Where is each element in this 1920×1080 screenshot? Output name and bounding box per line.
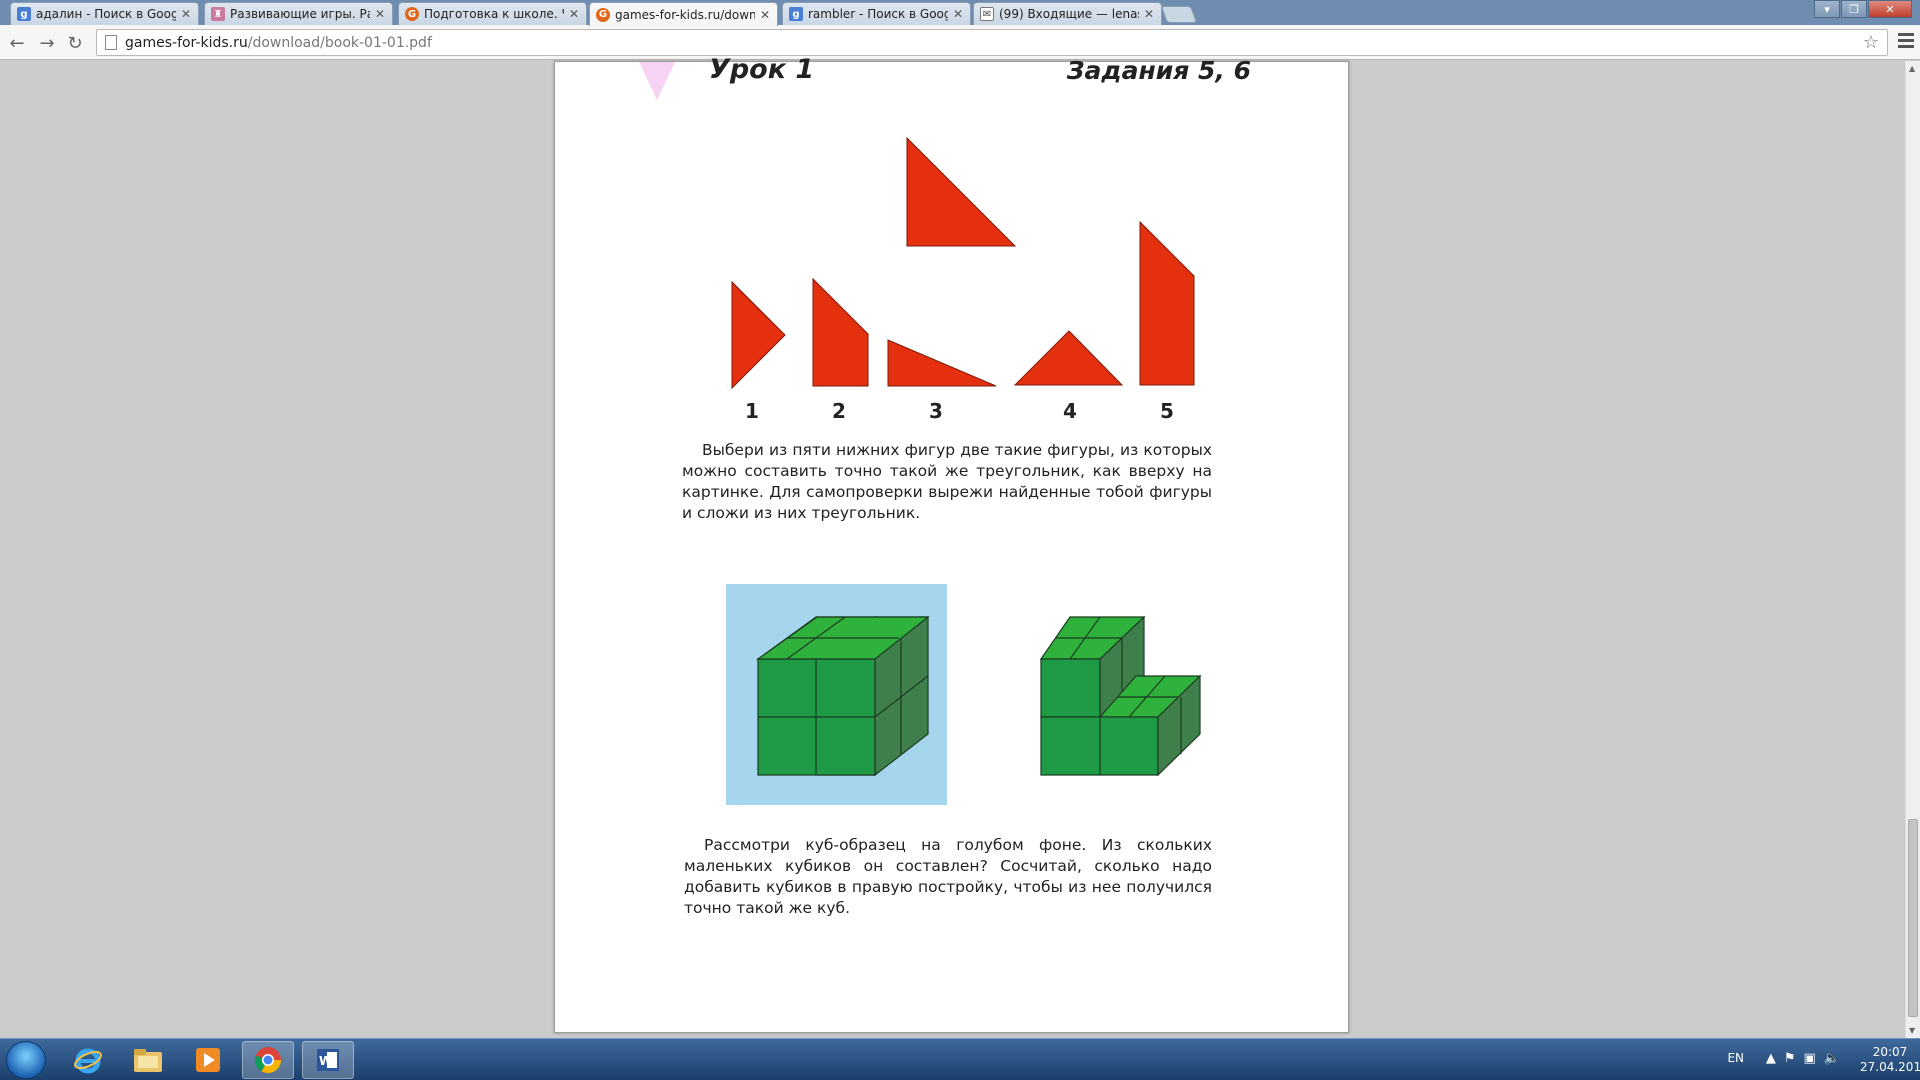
tab-title: (99) Входящие — lenashk	[999, 7, 1139, 21]
address-bar[interactable]: games-for-kids.ru/download/book-01-01.pd…	[96, 29, 1888, 56]
close-icon[interactable]: ✕	[952, 7, 964, 21]
volume-icon[interactable]: 🔈	[1824, 1051, 1840, 1066]
tab-title: Подготовка к школе. Част	[424, 7, 564, 21]
shape-3	[887, 339, 997, 387]
tab-5[interactable]: g rambler - Поиск в Google ✕	[782, 2, 971, 25]
clock[interactable]: 20:07 27.04.2014	[1860, 1045, 1920, 1075]
scroll-up-icon[interactable]: ▲	[1909, 64, 1915, 73]
language-indicator[interactable]: EN	[1727, 1051, 1744, 1065]
shape-2	[812, 277, 869, 387]
task-6-text: Рассмотри куб-образец на голубом фоне. И…	[684, 836, 1212, 917]
back-button[interactable]: ←	[4, 30, 30, 56]
media-player-icon[interactable]	[182, 1041, 234, 1079]
minimize-button[interactable]: ▾	[1814, 0, 1840, 18]
sample-cube	[756, 615, 930, 777]
google-icon: g	[17, 7, 31, 21]
window-controls: ▾ ❐ ✕	[1814, 0, 1912, 18]
tab-title: rambler - Поиск в Google	[808, 7, 948, 21]
svg-text:W: W	[319, 1054, 332, 1068]
network-icon[interactable]: ▣	[1804, 1051, 1816, 1066]
tab-2[interactable]: ♜ Развивающие игры. Разви ✕	[204, 2, 393, 25]
site-g-icon: G	[405, 7, 419, 21]
shape-1	[731, 280, 786, 390]
mail-icon: ✉	[980, 7, 994, 21]
clock-date: 27.04.2014	[1860, 1060, 1920, 1074]
shape-number: 3	[929, 399, 943, 423]
tab-strip: g адалин - Поиск в Google ✕ ♜ Развивающи…	[0, 0, 1920, 26]
bookmark-star-icon[interactable]: ☆	[1863, 32, 1879, 53]
close-window-button[interactable]: ✕	[1868, 0, 1912, 18]
close-icon[interactable]: ✕	[180, 7, 192, 21]
word-icon[interactable]: W	[302, 1041, 354, 1079]
clock-time: 20:07	[1872, 1045, 1908, 1059]
chrome-icon[interactable]	[242, 1041, 294, 1079]
scroll-down-icon[interactable]: ▼	[1909, 1026, 1915, 1035]
shape-number: 2	[832, 399, 846, 423]
action-center-icon[interactable]: ⚑	[1784, 1051, 1796, 1066]
url-path: /download/book-01-01.pdf	[247, 34, 432, 51]
close-icon[interactable]: ✕	[759, 8, 771, 22]
show-hidden-icons-icon[interactable]: ▲	[1766, 1051, 1776, 1066]
close-icon[interactable]: ✕	[374, 7, 386, 21]
pdf-viewer: Урок 1 Задания 5, 6 1 2 3 4 5 Выбери из …	[0, 54, 1905, 1038]
tab-1[interactable]: g адалин - Поиск в Google ✕	[10, 2, 199, 25]
url-host: games-for-kids.ru	[125, 34, 248, 51]
games-site-icon: ♜	[211, 7, 225, 21]
system-tray: ▲ ⚑ ▣ 🔈	[1766, 1051, 1840, 1066]
start-button[interactable]	[6, 1041, 46, 1079]
file-explorer-icon[interactable]	[122, 1041, 174, 1079]
tab-4-active[interactable]: G games-for-kids.ru/downlo ✕	[589, 2, 778, 26]
taskbar: W EN ▲ ⚑ ▣ 🔈 20:07 27.04.2014	[0, 1038, 1920, 1080]
vertical-scrollbar[interactable]: ▲ ▼	[1905, 61, 1920, 1038]
menu-icon[interactable]	[1898, 33, 1914, 49]
tab-title: адалин - Поиск в Google	[36, 7, 176, 21]
google-icon: g	[789, 7, 803, 21]
pdf-page: Урок 1 Задания 5, 6 1 2 3 4 5 Выбери из …	[554, 54, 1349, 1033]
new-tab-button[interactable]	[1160, 6, 1198, 23]
tab-title: games-for-kids.ru/downlo	[615, 7, 755, 22]
tab-6[interactable]: ✉ (99) Входящие — lenashk ✕	[973, 2, 1162, 25]
shape-number: 4	[1063, 399, 1077, 423]
corner-decoration	[639, 62, 675, 100]
shape-number: 5	[1160, 399, 1174, 423]
reload-button[interactable]: ↻	[62, 30, 88, 56]
restore-button[interactable]: ❐	[1841, 0, 1867, 18]
shape-4	[1013, 330, 1124, 386]
internet-explorer-icon[interactable]	[62, 1041, 114, 1079]
browser-toolbar: ← → ↻ games-for-kids.ru/download/book-01…	[0, 25, 1920, 60]
shape-number: 1	[745, 399, 759, 423]
task-5-text: Выбери из пяти нижних фигур две такие фи…	[682, 441, 1212, 522]
tab-3[interactable]: G Подготовка к школе. Част ✕	[398, 2, 587, 25]
site-g-icon: G	[596, 7, 610, 22]
task-title: Задания 5, 6	[1066, 56, 1251, 85]
construction	[1039, 615, 1202, 777]
sample-triangle	[906, 136, 1017, 247]
forward-button[interactable]: →	[34, 30, 60, 56]
lesson-title: Урок 1	[709, 54, 815, 85]
close-icon[interactable]: ✕	[1143, 7, 1155, 21]
shape-5	[1139, 220, 1195, 386]
tab-title: Развивающие игры. Разви	[230, 7, 370, 21]
page-icon	[105, 35, 117, 50]
scroll-thumb[interactable]	[1908, 819, 1918, 1017]
close-icon[interactable]: ✕	[568, 7, 580, 21]
